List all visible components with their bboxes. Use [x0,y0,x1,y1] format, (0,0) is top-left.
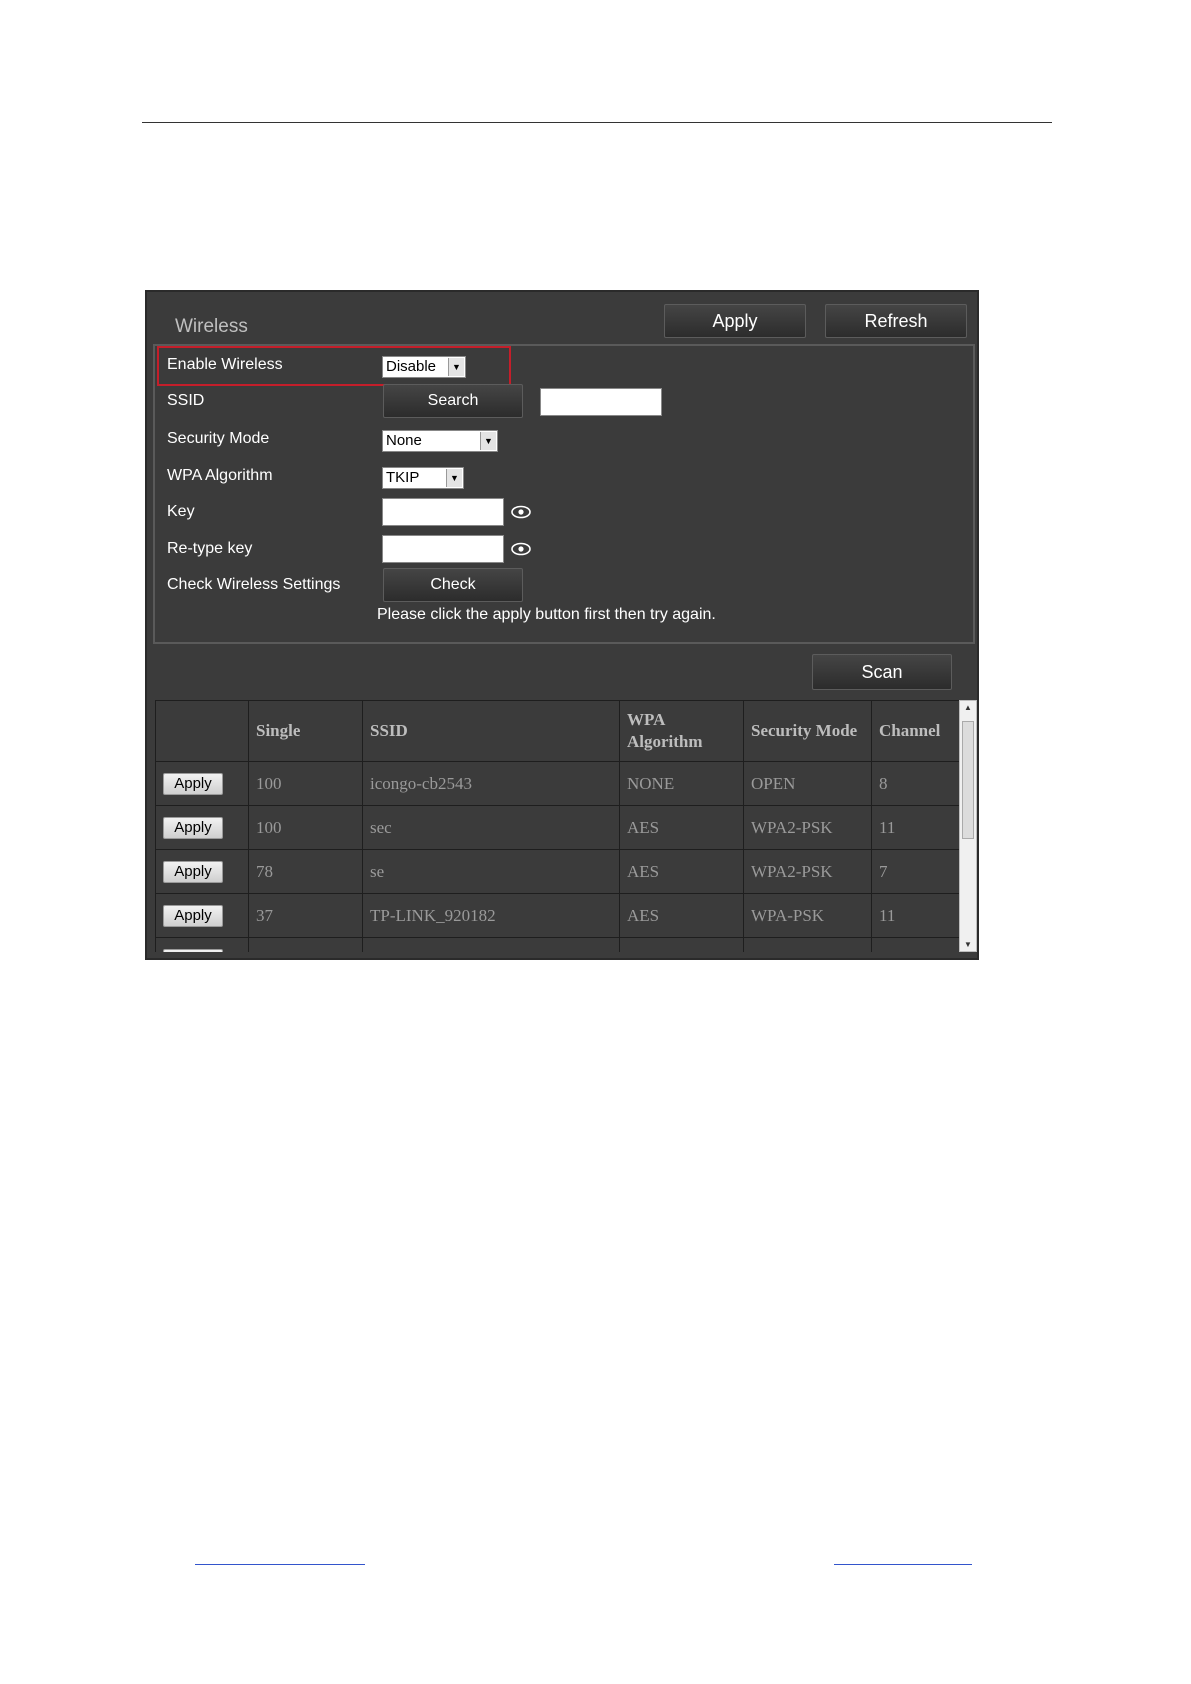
wpa-algorithm-select[interactable]: TKIP ▼ [382,467,464,489]
scroll-thumb[interactable] [962,721,974,839]
scan-button[interactable]: Scan [812,654,952,690]
table-cell-security: WPA2-PSK [743,849,872,894]
panel-title: Wireless [175,316,248,337]
ssid-input[interactable] [540,388,662,416]
enable-wireless-label: Enable Wireless [167,356,283,373]
hint-text: Please click the apply button first then… [377,606,716,623]
column-header-action [155,700,249,762]
table-row: Apply 37 TP-LINK_920182 AES WPA-PSK 11 [155,893,959,938]
wpa-algorithm-value: TKIP [386,469,420,486]
row-apply-button[interactable]: Apply [163,904,223,927]
table-cell-channel: 11 [871,805,959,850]
table-cell-wpa: AES [619,893,744,938]
table-row: Apply 100 sec AES WPA2-PSK 11 [155,805,959,850]
table-cell-signal: 78 [248,849,363,894]
wireless-panel: Wireless Apply Refresh Enable Wireless D… [145,290,979,960]
dropdown-arrow-icon[interactable]: ▼ [480,432,496,450]
ssid-label: SSID [167,392,205,409]
table-cell-action: Apply [155,761,249,806]
security-mode-value: None [386,432,422,449]
table-row-partial [155,937,959,952]
scroll-up-icon[interactable]: ▲ [960,703,976,712]
table-cell-wpa: NONE [619,761,744,806]
table-cell-channel: 11 [871,893,959,938]
show-key-eye-icon[interactable] [511,505,531,519]
check-wireless-label: Check Wireless Settings [167,576,341,593]
enable-wireless-value: Disable [386,358,437,375]
table-cell-security: WPA2-PSK [743,805,872,850]
table-cell-action [155,937,249,952]
column-header-ssid: SSID [362,700,620,762]
table-cell-action: Apply [155,849,249,894]
retype-key-input[interactable] [382,535,504,563]
panel-header: Wireless Apply Refresh [147,292,977,344]
table-cell-security: OPEN [743,761,872,806]
table-cell-ssid: sec [362,805,620,850]
check-button[interactable]: Check [383,568,523,602]
show-retype-key-eye-icon[interactable] [511,542,531,556]
table-cell-wpa: AES [619,805,744,850]
top-rule [142,122,1052,123]
column-header-security-mode: Security Mode [743,700,872,762]
table-cell-signal: 100 [248,805,363,850]
table-cell-ssid: TP-LINK_920182 [362,893,620,938]
column-header-signal: Single [248,700,363,762]
column-header-channel: Channel [871,700,959,762]
wpa-algorithm-label: WPA Algorithm [167,467,273,484]
table-scrollbar[interactable]: ▲ ▼ [959,700,977,952]
row-apply-button[interactable]: Apply [163,772,223,795]
table-cell-signal: 100 [248,761,363,806]
dropdown-arrow-icon[interactable]: ▼ [446,469,462,487]
row-apply-button[interactable]: Apply [163,860,223,883]
security-mode-select[interactable]: None ▼ [382,430,498,452]
table-row: Apply 78 se AES WPA2-PSK 7 [155,849,959,894]
table-cell-signal: 37 [248,893,363,938]
table-header-row: Single SSID WPA Algorithm Security Mode … [155,700,959,762]
footer-link-left[interactable] [195,1564,365,1565]
row-apply-button-partial[interactable] [163,948,223,952]
refresh-button[interactable]: Refresh [825,304,967,338]
dropdown-arrow-icon[interactable]: ▼ [448,358,464,376]
scroll-down-icon[interactable]: ▼ [960,940,976,949]
table-cell-action: Apply [155,805,249,850]
table-cell-ssid: icongo-cb2543 [362,761,620,806]
footer-link-right[interactable] [834,1564,972,1565]
table-row: Apply 100 icongo-cb2543 NONE OPEN 8 [155,761,959,806]
key-label: Key [167,503,195,520]
column-header-wpa-algorithm: WPA Algorithm [619,700,744,762]
table-cell-channel: 8 [871,761,959,806]
table-cell-security: WPA-PSK [743,893,872,938]
table-cell-ssid: se [362,849,620,894]
table-cell-action: Apply [155,893,249,938]
key-input[interactable] [382,498,504,526]
wireless-settings: Enable Wireless Disable ▼ SSID Search Se… [153,344,975,644]
search-button[interactable]: Search [383,384,523,418]
enable-wireless-select[interactable]: Disable ▼ [382,356,466,378]
table-cell-channel: 7 [871,849,959,894]
security-mode-label: Security Mode [167,430,270,447]
row-apply-button[interactable]: Apply [163,816,223,839]
scan-results-table: Single SSID WPA Algorithm Security Mode … [155,700,959,952]
retype-key-label: Re-type key [167,540,253,557]
table-cell-wpa: AES [619,849,744,894]
apply-button[interactable]: Apply [664,304,806,338]
